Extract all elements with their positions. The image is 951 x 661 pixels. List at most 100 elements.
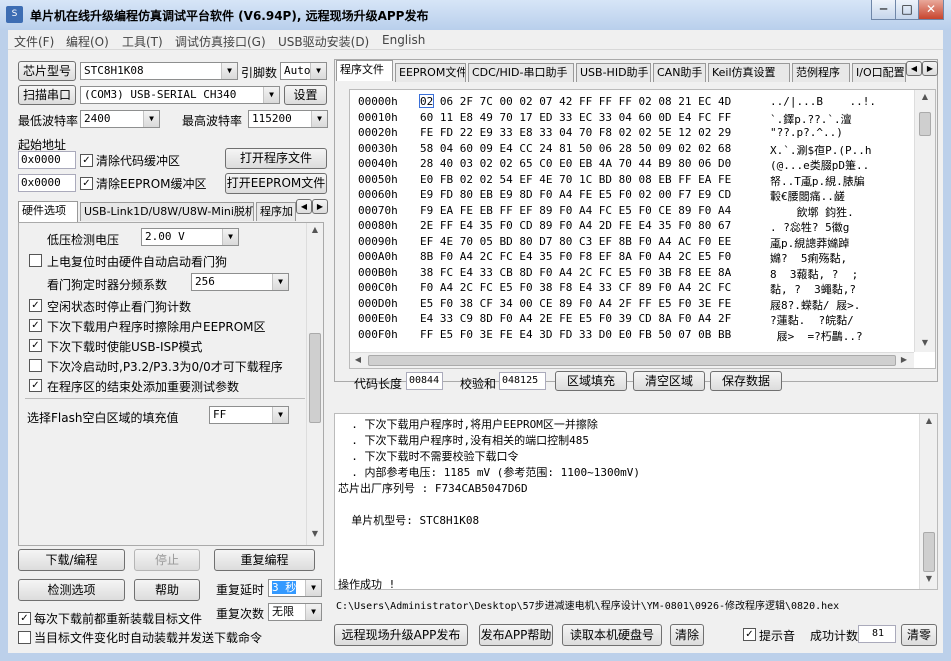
hex-bytes[interactable]: EF 4E 70 05 BD 80 D7 80 C3 EF 8B F0 A4 A…: [420, 235, 731, 248]
hex-ascii[interactable]: ?蓮黏. ?皖黏/: [770, 312, 918, 328]
hex-ascii[interactable]: 黏, ? 3蠅黏,?: [770, 281, 918, 297]
code-address-input[interactable]: 0x0000: [18, 151, 76, 169]
scroll-down-icon[interactable]: ▼: [307, 529, 323, 538]
minimize-button[interactable]: ─: [871, 0, 896, 20]
repeat-program-button[interactable]: 重复编程: [214, 549, 315, 571]
scroll-down-icon[interactable]: ▼: [917, 338, 933, 347]
tab-hardware-options[interactable]: 硬件选项: [18, 201, 78, 222]
scrollbar-thumb[interactable]: [309, 333, 321, 423]
hex-bytes[interactable]: 60 11 E8 49 70 17 ED 33 EC 33 04 60 0D E…: [420, 111, 731, 124]
hex-vscrollbar[interactable]: ▲ ▼: [914, 90, 935, 352]
open-program-button[interactable]: 打开程序文件: [225, 148, 327, 169]
scroll-up-icon[interactable]: ▲: [917, 92, 933, 101]
hex-bytes[interactable]: E9 FD 80 EB E9 8D F0 A4 FE E5 F0 02 00 F…: [420, 188, 731, 201]
save-data-button[interactable]: 保存数据: [710, 371, 782, 391]
repeat-count-select[interactable]: 无限 ▼: [268, 603, 322, 621]
hex-ascii[interactable]: 轂€腰閸痛..鹾: [770, 188, 918, 204]
settings-button[interactable]: 设置: [284, 85, 327, 105]
tab-usb-link-offline[interactable]: USB-Link1D/U8W/U8W-Mini脱机: [80, 202, 254, 221]
max-baud-select[interactable]: 115200 ▼: [248, 110, 328, 128]
tab-cdc-hid-serial[interactable]: CDC/HID-串口助手: [468, 63, 574, 82]
hex-ascii[interactable]: 8 3蕔黏, ? ;: [770, 266, 918, 282]
tab-io-config[interactable]: I/O口配置: [852, 63, 906, 82]
hex-ascii[interactable]: `.鐸p.??.`.澶: [770, 111, 918, 127]
hex-bytes[interactable]: E4 33 C9 8D F0 A4 2E FE E5 F0 39 CD 8A F…: [420, 312, 731, 325]
menu-usb-driver[interactable]: USB驱动安装(D): [278, 33, 369, 50]
hex-bytes[interactable]: 38 FC E4 33 CB 8D F0 A4 2C FC E5 F0 3B F…: [420, 266, 731, 279]
chip-model-select[interactable]: STC8H1K08 ▼: [80, 62, 238, 80]
help-button[interactable]: 帮助: [134, 579, 200, 601]
hex-ascii[interactable]: 飲墎 鈞狌.: [770, 204, 918, 220]
hex-ascii[interactable]: 屐> =?朽鸓..?: [770, 328, 918, 344]
close-button[interactable]: ✕: [918, 0, 944, 20]
tab-program-file[interactable]: 程序文件: [336, 60, 393, 81]
hex-ascii[interactable]: 帑..T颪p.絸.脿牑: [770, 173, 918, 189]
stop-button[interactable]: 停止: [134, 549, 200, 571]
hex-ascii[interactable]: X.`.涮$亱P.(P..h: [770, 142, 918, 158]
output-log[interactable]: . 下次下载用户程序时,将用户EEPROM区一并擦除 . 下次下载用户程序时,没…: [334, 413, 938, 591]
reload-checkbox[interactable]: ✓: [18, 612, 31, 625]
tab-usb-hid[interactable]: USB-HID助手: [576, 63, 651, 82]
fill-area-button[interactable]: 区域填充: [555, 371, 627, 391]
hex-bytes[interactable]: F0 A4 2C FC E5 F0 38 F8 E4 33 CF 89 F0 A…: [420, 281, 731, 294]
eeprom-address-input[interactable]: 0x0000: [18, 174, 76, 192]
menu-tools[interactable]: 工具(T): [122, 33, 163, 50]
tab-can[interactable]: CAN助手: [653, 63, 706, 82]
log-scrollbar[interactable]: ▲ ▼: [919, 414, 937, 589]
tab-scroll-right-icon[interactable]: ▶: [312, 199, 328, 214]
pin-count-select[interactable]: Auto ▼: [280, 62, 327, 80]
scroll-down-icon[interactable]: ▼: [921, 574, 937, 583]
tab-keil-sim[interactable]: Keil仿真设置: [708, 63, 790, 82]
reset-wdt-checkbox[interactable]: [29, 254, 42, 267]
erase-eeprom-checkbox[interactable]: ✓: [29, 319, 42, 332]
open-eeprom-button[interactable]: 打开EEPROM文件: [225, 173, 327, 194]
download-button[interactable]: 下载/编程: [18, 549, 125, 571]
scroll-up-icon[interactable]: ▲: [307, 225, 323, 234]
tab-scroll-left-icon[interactable]: ◀: [906, 61, 922, 76]
flash-fill-select[interactable]: FF ▼: [209, 406, 289, 424]
hex-bytes[interactable]: E5 F0 38 CF 34 00 CE 89 F0 A4 2F FF E5 F…: [420, 297, 731, 310]
auto-load-checkbox[interactable]: [18, 631, 31, 644]
p32-p33-checkbox[interactable]: [29, 359, 42, 372]
menu-program[interactable]: 编程(O): [66, 33, 109, 50]
hex-ascii[interactable]: 嬵? 5痢殇黏,: [770, 250, 918, 266]
hex-bytes[interactable]: E0 FB 02 02 54 EF 4E 70 1C BD 80 08 EB F…: [420, 173, 731, 186]
remote-upgrade-button[interactable]: 远程现场升级APP发布: [334, 624, 468, 646]
hex-ascii[interactable]: ../|...B ..!.: [770, 95, 918, 108]
hex-ascii[interactable]: "??.p?.^..): [770, 126, 918, 139]
tab-examples[interactable]: 范例程序: [792, 63, 850, 82]
clear-code-checkbox[interactable]: ✓: [80, 154, 93, 167]
wdt-prescale-select[interactable]: 256 ▼: [191, 273, 289, 291]
usb-isp-checkbox[interactable]: ✓: [29, 339, 42, 352]
hex-bytes[interactable]: 28 40 03 02 02 65 C0 E0 EB 4A 70 44 B9 8…: [420, 157, 731, 170]
hex-ascii[interactable]: (@...e类腏pD箑..: [770, 157, 918, 173]
hex-bytes[interactable]: FE FD 22 E9 33 E8 33 04 70 F8 02 02 5E 1…: [420, 126, 731, 139]
tab-eeprom-file[interactable]: EEPROM文件: [395, 63, 466, 82]
hex-hscrollbar[interactable]: ◀ ▶: [350, 352, 914, 368]
scan-port-button[interactable]: 扫描串口: [18, 85, 76, 105]
publish-help-button[interactable]: 发布APP帮助: [479, 624, 553, 646]
hex-bytes[interactable]: 58 04 60 09 E4 CC 24 81 50 06 28 50 09 0…: [420, 142, 731, 155]
clear-eeprom-checkbox[interactable]: ✓: [80, 177, 93, 190]
clear-log-button[interactable]: 清除: [670, 624, 704, 646]
scroll-left-icon[interactable]: ◀: [352, 355, 364, 364]
reset-count-button[interactable]: 清零: [901, 624, 937, 646]
min-baud-select[interactable]: 2400 ▼: [80, 110, 160, 128]
tab-scroll-right-icon[interactable]: ▶: [922, 61, 938, 76]
hex-ascii[interactable]: . ?惢牲? 5徽g: [770, 219, 918, 235]
hex-bytes[interactable]: FF E5 F0 3E FE E4 3D FD 33 D0 E0 FB 50 0…: [420, 328, 731, 341]
tab-program-encrypt[interactable]: 程序加: [256, 202, 296, 221]
tab-scroll-left-icon[interactable]: ◀: [296, 199, 312, 214]
beep-checkbox[interactable]: ✓: [743, 628, 756, 641]
lvd-select[interactable]: 2.00 V ▼: [141, 228, 239, 246]
read-disk-button[interactable]: 读取本机硬盘号: [562, 624, 662, 646]
hex-bytes[interactable]: 2E FF E4 35 F0 CD 89 F0 A4 2D FE E4 35 F…: [420, 219, 731, 232]
options-scrollbar[interactable]: ▲ ▼: [306, 223, 323, 545]
scroll-up-icon[interactable]: ▲: [921, 416, 937, 425]
clear-area-button[interactable]: 清空区域: [633, 371, 705, 391]
scrollbar-thumb[interactable]: [923, 532, 935, 572]
hex-bytes[interactable]: 8B F0 A4 2C FC E4 35 F0 F8 EF 8A F0 A4 2…: [420, 250, 731, 263]
add-params-checkbox[interactable]: ✓: [29, 379, 42, 392]
menu-file[interactable]: 文件(F): [14, 33, 54, 50]
hex-ascii[interactable]: 屐8?.蝾黏/ 屐>.: [770, 297, 918, 313]
